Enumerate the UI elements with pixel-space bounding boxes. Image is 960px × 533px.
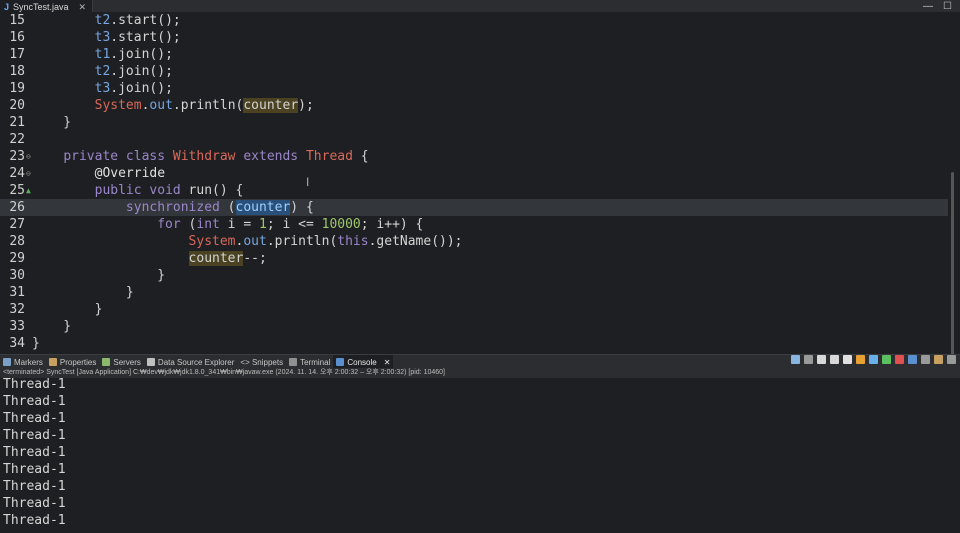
- console-tool-button[interactable]: [882, 355, 891, 364]
- maximize-button[interactable]: ☐: [943, 1, 952, 12]
- console-tool-button[interactable]: [908, 355, 917, 364]
- close-icon[interactable]: ✕: [79, 2, 87, 13]
- code-line[interactable]: 25 ▲ public void run() {: [0, 182, 948, 199]
- servers-icon: [102, 358, 111, 366]
- console-tool-button[interactable]: [817, 355, 826, 364]
- code-line[interactable]: 17 t1.join();: [0, 46, 948, 63]
- code-line[interactable]: 32 }: [0, 301, 948, 318]
- code-line[interactable]: 16 t3.start();: [0, 29, 948, 46]
- console-tool-button[interactable]: [830, 355, 839, 364]
- console-line: Thread-1: [3, 428, 66, 443]
- console-tool-button[interactable]: [947, 355, 956, 364]
- tab-servers[interactable]: Servers: [99, 355, 144, 369]
- terminal-icon: [289, 358, 298, 366]
- data-source-icon: [146, 358, 155, 366]
- console-line: Thread-1: [3, 411, 66, 426]
- console-line: Thread-1: [3, 445, 66, 460]
- console-line: Thread-1: [3, 496, 66, 511]
- console-tool-button[interactable]: [791, 355, 800, 364]
- console-line: Thread-1: [3, 462, 66, 477]
- code-line[interactable]: 29 counter--;: [0, 250, 948, 267]
- console-status: <terminated> SyncTest [Java Application]…: [0, 368, 960, 378]
- code-line[interactable]: 15 t2.start();: [0, 12, 948, 29]
- properties-icon: [48, 358, 57, 366]
- code-line[interactable]: 34}: [0, 335, 948, 352]
- console-output[interactable]: Thread-1 Thread-1 Thread-1 Thread-1 Thre…: [0, 378, 960, 533]
- editor-tab-title: SyncTest.java: [13, 2, 69, 12]
- console-icon: [336, 358, 345, 366]
- console-tool-button[interactable]: [869, 355, 878, 364]
- tab-properties[interactable]: Properties: [46, 355, 99, 369]
- console-tool-button[interactable]: [895, 355, 904, 364]
- console-tool-button[interactable]: [804, 355, 813, 364]
- editor-scrollbar[interactable]: [951, 172, 954, 357]
- console-line: Thread-1: [3, 378, 66, 392]
- code-line[interactable]: 19 t3.join();: [0, 80, 948, 97]
- code-line[interactable]: 24 ⊖ @Override: [0, 165, 948, 182]
- fold-marker-icon[interactable]: ⊖: [26, 148, 31, 165]
- code-editor[interactable]: 15 t2.start(); 16 t3.start(); 17 t1.join…: [0, 12, 960, 357]
- selected-text: counter: [235, 200, 291, 215]
- code-line[interactable]: 20 System.out.println(counter);: [0, 97, 948, 114]
- override-marker-icon: ▲: [26, 186, 31, 195]
- tab-console[interactable]: Console ✕: [333, 355, 394, 369]
- code-line[interactable]: 23 ⊖ private class Withdraw extends Threa…: [0, 148, 948, 165]
- console-tool-button[interactable]: [856, 355, 865, 364]
- console-line: Thread-1: [3, 394, 66, 409]
- tab-markers[interactable]: Markers: [0, 355, 46, 369]
- code-line[interactable]: 28 System.out.println(this.getName());: [0, 233, 948, 250]
- tab-data-source-explorer[interactable]: Data Source Explorer: [144, 355, 237, 369]
- console-toolbar: [791, 355, 956, 364]
- code-line[interactable]: 27 for (int i = 1; i <= 10000; i++) {: [0, 216, 948, 233]
- console-tool-button[interactable]: [934, 355, 943, 364]
- tab-terminal[interactable]: Terminal: [286, 355, 333, 369]
- console-line: Thread-1: [3, 513, 66, 528]
- markers-icon: [3, 358, 11, 366]
- code-line[interactable]: 18 t2.join();: [0, 63, 948, 80]
- java-file-icon: J: [4, 2, 10, 12]
- code-line[interactable]: 22: [0, 131, 948, 148]
- minimize-button[interactable]: —: [923, 1, 933, 12]
- code-line-current[interactable]: 26 synchronized (counter) {: [0, 199, 948, 216]
- text-cursor-icon: I: [306, 175, 310, 189]
- tab-snippets[interactable]: <> Snippets: [237, 355, 286, 369]
- fold-marker-icon[interactable]: ⊖: [26, 165, 31, 182]
- code-line[interactable]: 33 }: [0, 318, 948, 335]
- close-icon[interactable]: ✕: [384, 358, 391, 367]
- code-line[interactable]: 30 }: [0, 267, 948, 284]
- code-line[interactable]: 31 }: [0, 284, 948, 301]
- console-tool-button[interactable]: [921, 355, 930, 364]
- console-tool-button[interactable]: [843, 355, 852, 364]
- console-line: Thread-1: [3, 479, 66, 494]
- code-line[interactable]: 21 }: [0, 114, 948, 131]
